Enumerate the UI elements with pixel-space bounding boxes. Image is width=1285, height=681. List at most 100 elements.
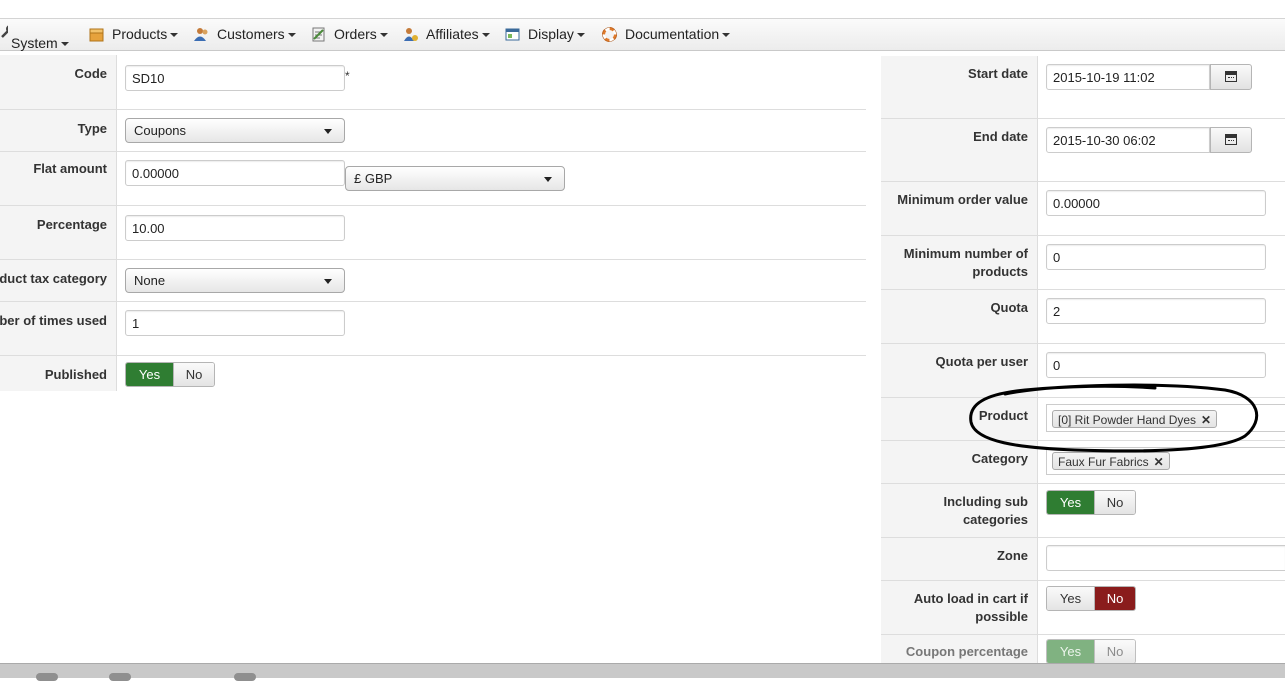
chevron-down-icon — [60, 42, 69, 47]
affiliates-icon — [403, 22, 418, 41]
flat-amount-row: Flat amount £ GBP — [0, 152, 866, 206]
orders-icon — [311, 22, 326, 42]
sub-categories-no-button[interactable]: No — [1094, 491, 1135, 514]
type-label: Type — [0, 110, 117, 151]
published-toggle: Yes No — [125, 362, 215, 387]
times-used-row: ber of times used — [0, 302, 866, 356]
menu-system[interactable]: System — [0, 19, 69, 51]
taskbar-strip — [0, 663, 1285, 681]
taskbar-item — [234, 673, 256, 681]
zone-label: Zone — [881, 538, 1038, 580]
percentage-input[interactable] — [125, 215, 345, 241]
menu-orders-label: Orders — [334, 26, 377, 42]
currency-select[interactable]: £ GBP — [345, 166, 565, 191]
dropdown-arrow-icon — [324, 279, 332, 284]
calendar-icon — [1225, 134, 1237, 145]
auto-load-toggle: Yes No — [1046, 586, 1136, 611]
type-select-value: Coupons — [134, 123, 187, 138]
tax-category-value: None — [134, 273, 166, 288]
published-yes-button[interactable]: Yes — [126, 363, 173, 386]
dropdown-arrow-icon — [544, 177, 552, 182]
flat-amount-label: Flat amount — [0, 152, 117, 205]
type-select[interactable]: Coupons — [125, 118, 345, 143]
start-date-input[interactable] — [1046, 64, 1210, 90]
menu-display[interactable]: Display — [505, 19, 585, 50]
auto-load-label: Auto load in cart if possible — [881, 581, 1038, 634]
main-menu-bar: System Products Customers Orders Affilia… — [0, 19, 1285, 51]
code-row: Code * — [0, 55, 866, 110]
type-row: Type Coupons — [0, 110, 866, 152]
menu-affiliates-label: Affiliates — [426, 26, 479, 42]
sub-categories-label: Including sub categories — [881, 484, 1038, 537]
min-products-label: Minimum number of products — [881, 236, 1038, 289]
start-date-label: Start date — [881, 56, 1038, 118]
auto-load-yes-button[interactable]: Yes — [1047, 587, 1094, 610]
display-icon — [505, 22, 520, 41]
box-icon — [89, 22, 104, 42]
min-products-input[interactable] — [1046, 244, 1266, 270]
published-row: Published Yes No — [0, 356, 866, 391]
taskbar-item — [109, 673, 131, 681]
end-date-label: End date — [881, 119, 1038, 181]
end-date-input[interactable] — [1046, 127, 1210, 153]
menu-customers-label: Customers — [217, 26, 285, 42]
chevron-down-icon — [481, 33, 490, 38]
chevron-down-icon — [170, 33, 179, 38]
menu-products[interactable]: Products — [89, 19, 179, 50]
code-input[interactable] — [125, 65, 345, 91]
users-icon — [194, 22, 209, 41]
calendar-icon — [1225, 71, 1237, 82]
chevron-down-icon — [287, 33, 296, 38]
coupon-percentage-yes-button[interactable]: Yes — [1047, 640, 1094, 663]
published-no-button[interactable]: No — [173, 363, 214, 386]
end-date-calendar-button[interactable] — [1210, 127, 1252, 153]
menu-customers[interactable]: Customers — [194, 19, 296, 50]
menu-documentation[interactable]: Documentation — [602, 19, 731, 50]
auto-load-no-button[interactable]: No — [1094, 587, 1135, 610]
auto-load-row: Auto load in cart if possible Yes No — [881, 581, 1285, 635]
flat-amount-input[interactable] — [125, 160, 345, 186]
category-tag-label: Faux Fur Fabrics — [1058, 455, 1149, 469]
menu-documentation-label: Documentation — [625, 26, 720, 42]
quota-input[interactable] — [1046, 298, 1266, 324]
sub-categories-yes-button[interactable]: Yes — [1047, 491, 1094, 514]
lifebuoy-icon — [602, 22, 617, 42]
wrench-icon — [0, 19, 8, 50]
required-marker: * — [345, 69, 350, 83]
tax-category-row: duct tax category None — [0, 260, 866, 302]
quota-label: Quota — [881, 290, 1038, 343]
end-date-row: End date — [881, 119, 1285, 182]
annotation-circle — [969, 383, 1259, 453]
min-products-row: Minimum number of products — [881, 236, 1285, 290]
coupon-percentage-no-button[interactable]: No — [1094, 640, 1135, 663]
code-label: Code — [0, 55, 117, 109]
zone-input[interactable] — [1046, 545, 1285, 571]
start-date-calendar-button[interactable] — [1210, 64, 1252, 90]
tax-category-label: duct tax category — [0, 260, 117, 301]
dropdown-arrow-icon — [324, 129, 332, 134]
quota-row: Quota — [881, 290, 1285, 344]
min-order-label: Minimum order value — [881, 182, 1038, 235]
min-order-input[interactable] — [1046, 190, 1266, 216]
sub-categories-toggle: Yes No — [1046, 490, 1136, 515]
menu-affiliates[interactable]: Affiliates — [403, 19, 490, 50]
times-used-input[interactable] — [125, 310, 345, 336]
menu-display-label: Display — [528, 26, 574, 42]
start-date-row: Start date — [881, 56, 1285, 119]
chevron-down-icon — [576, 33, 585, 38]
currency-select-value: £ GBP — [354, 171, 393, 186]
menu-products-label: Products — [112, 26, 168, 42]
tax-category-select[interactable]: None — [125, 268, 345, 293]
chevron-down-icon — [379, 33, 388, 38]
chevron-down-icon — [722, 33, 731, 38]
quota-per-user-input[interactable] — [1046, 352, 1266, 378]
times-used-label: ber of times used — [0, 302, 117, 355]
zone-row: Zone — [881, 538, 1285, 581]
min-order-row: Minimum order value — [881, 182, 1285, 236]
browser-top-strip — [0, 0, 1285, 19]
taskbar-item — [36, 673, 58, 681]
sub-categories-row: Including sub categories Yes No — [881, 484, 1285, 538]
coupon-percentage-toggle: Yes No — [1046, 639, 1136, 664]
menu-orders[interactable]: Orders — [311, 19, 388, 50]
percentage-row: Percentage — [0, 206, 866, 260]
